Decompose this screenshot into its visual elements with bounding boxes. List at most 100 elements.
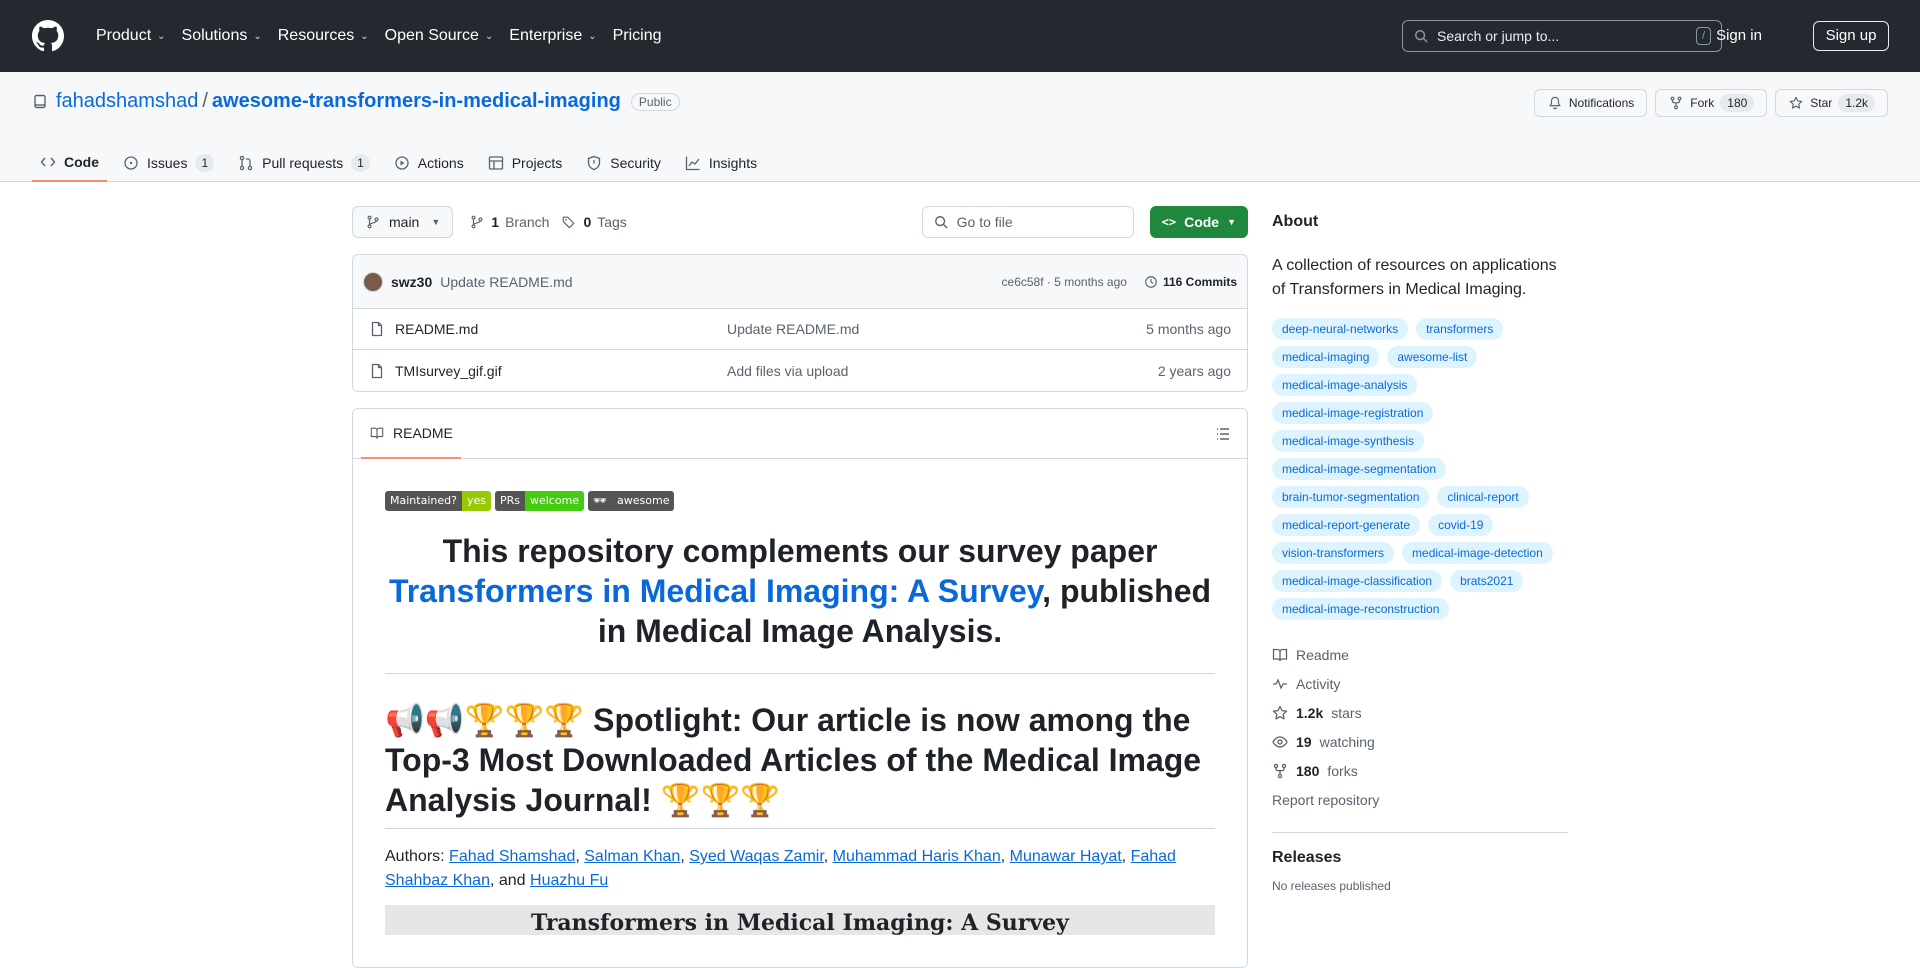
go-to-file-input[interactable]: Go to file: [921, 206, 1134, 238]
author-link[interactable]: Fahad Shamshad: [449, 848, 575, 865]
readme-badge[interactable]: PRs welcome: [494, 491, 585, 511]
notifications-button[interactable]: Notifications: [1533, 89, 1648, 117]
file-row: README.md Update README.md 5 months ago: [353, 309, 1247, 350]
repo-tabs: Code Issues 1 Pull requests 1 Actions Projects…: [32, 144, 773, 182]
topic-tag[interactable]: covid-19: [1428, 514, 1494, 536]
nav-item-pricing[interactable]: Pricing: [605, 16, 670, 56]
list-icon[interactable]: [1215, 426, 1231, 442]
caret-down-icon: ▼: [431, 217, 441, 227]
nav-item-label: Open Source: [384, 27, 479, 44]
nav-item-enterprise[interactable]: Enterprise ⌄: [501, 16, 604, 56]
sign-in-link[interactable]: Sign in: [1694, 22, 1784, 50]
fork-button[interactable]: Fork 180: [1655, 89, 1768, 117]
topic-tag[interactable]: transformers: [1416, 318, 1504, 340]
survey-paper-link[interactable]: Transformers in Medical Imaging: A Surve…: [389, 573, 1042, 609]
commit-sha-time[interactable]: ce6c58f · 5 months ago: [1002, 275, 1127, 289]
topic-tag[interactable]: medical-image-detection: [1402, 542, 1553, 564]
author-link[interactable]: Salman Khan: [584, 848, 680, 865]
spotlight-heading: 📢📢🏆🏆🏆 Spotlight: Our article is now amon…: [385, 700, 1215, 829]
about-link-count: 180: [1296, 762, 1320, 779]
tab-count: 1: [351, 154, 370, 172]
tab-issues[interactable]: Issues 1: [115, 144, 222, 182]
nav-item-resources[interactable]: Resources ⌄: [270, 16, 377, 56]
file-name-link[interactable]: README.md: [395, 321, 727, 337]
search-input[interactable]: Search or jump to... /: [1402, 20, 1722, 52]
badge-label: 🕶: [588, 491, 613, 511]
topic-tag[interactable]: medical-image-registration: [1272, 402, 1434, 424]
tab-security[interactable]: Security: [578, 144, 669, 182]
commits-count: 116 Commits: [1162, 274, 1237, 289]
about-link-label: stars: [1331, 704, 1362, 721]
search-icon: [933, 214, 949, 230]
nav-item-open-source[interactable]: Open Source ⌄: [377, 16, 502, 56]
about-link-forks[interactable]: 180 forks: [1272, 756, 1568, 785]
file-name-link[interactable]: TMIsurvey_gif.gif: [395, 363, 727, 379]
eye-icon: [1272, 734, 1288, 750]
topic-tag[interactable]: clinical-report: [1437, 486, 1529, 508]
topic-tag[interactable]: brats2021: [1450, 570, 1524, 592]
avatar[interactable]: [363, 271, 383, 292]
readme-badge[interactable]: 🕶 awesome: [588, 491, 675, 511]
author-link[interactable]: Munawar Hayat: [1010, 848, 1122, 865]
nav-item-product[interactable]: Product ⌄: [88, 16, 174, 56]
issue-icon: [123, 155, 139, 171]
nav-item-label: Enterprise: [509, 27, 583, 44]
tab-insights[interactable]: Insights: [677, 144, 765, 182]
nav-item-solutions[interactable]: Solutions ⌄: [174, 16, 270, 56]
tab-code[interactable]: Code: [32, 144, 107, 182]
repo-owner-link[interactable]: fahadshamshad: [56, 90, 198, 113]
badge-value: yes: [461, 491, 491, 511]
about-link-stars[interactable]: 1.2k stars: [1272, 698, 1568, 727]
search-placeholder: Search or jump to...: [1437, 28, 1560, 44]
star-button[interactable]: Star 1.2k: [1775, 89, 1888, 117]
tags-link[interactable]: 0 Tags: [561, 214, 627, 230]
code-button-label: Code: [1184, 214, 1220, 230]
authors-line: Authors: Fahad Shamshad, Salman Khan, Sy…: [385, 848, 1176, 889]
commits-link[interactable]: 116 Commits: [1143, 274, 1237, 290]
topic-tag[interactable]: brain-tumor-segmentation: [1272, 486, 1430, 508]
repo-name-link[interactable]: awesome-transformers-in-medical-imaging: [212, 90, 621, 113]
branch-count: 1: [491, 214, 500, 230]
tab-actions[interactable]: Actions: [386, 144, 472, 182]
topic-tag[interactable]: awesome-list: [1387, 346, 1478, 368]
topic-tag[interactable]: medical-image-classification: [1272, 570, 1443, 592]
commit-message-link[interactable]: Update README.md: [440, 274, 572, 290]
file-commit-message-link[interactable]: Add files via upload: [727, 363, 848, 379]
nav-item-label: Pricing: [612, 27, 662, 44]
topic-tag[interactable]: medical-image-reconstruction: [1272, 598, 1450, 620]
code-icon: [40, 154, 56, 170]
tab-label: Projects: [511, 155, 563, 171]
heading-text-before: This repository complements our survey p…: [442, 533, 1158, 569]
file-commit-message-link[interactable]: Update README.md: [727, 321, 859, 337]
releases-title[interactable]: Releases: [1272, 849, 1568, 867]
sign-up-button[interactable]: Sign up: [1813, 21, 1889, 51]
topic-tag[interactable]: deep-neural-networks: [1272, 318, 1409, 340]
branch-selector[interactable]: main ▼: [352, 206, 454, 238]
repo-actions: Notifications Fork 180 Star 1.2k: [1533, 89, 1888, 117]
repo-path-separator: /: [202, 90, 208, 112]
topic-tag[interactable]: medical-imaging: [1272, 346, 1380, 368]
topic-tag[interactable]: vision-transformers: [1272, 542, 1395, 564]
code-button[interactable]: <> Code ▼: [1149, 206, 1248, 238]
about-link-activity[interactable]: Activity: [1272, 669, 1568, 698]
about-link-watching[interactable]: 19 watching: [1272, 727, 1568, 756]
author-link[interactable]: Muhammad Haris Khan: [833, 848, 1001, 865]
tab-pull-requests[interactable]: Pull requests 1: [230, 144, 378, 182]
branches-link[interactable]: 1 Branch: [469, 214, 549, 230]
topic-tag[interactable]: medical-image-synthesis: [1272, 430, 1425, 452]
topic-tag[interactable]: medical-image-analysis: [1272, 374, 1418, 396]
tab-count: 1: [195, 154, 215, 172]
readme-badges: Maintained? yes PRs welcome 🕶 awesome: [385, 491, 1215, 511]
readme-tab[interactable]: README: [361, 409, 461, 459]
author-link[interactable]: Syed Waqas Zamir: [689, 848, 824, 865]
readme-badge[interactable]: Maintained? yes: [385, 491, 491, 511]
commit-author-link[interactable]: swz30: [391, 274, 432, 290]
tab-projects[interactable]: Projects: [480, 144, 571, 182]
topic-tag[interactable]: medical-report-generate: [1272, 514, 1421, 536]
about-link-readme[interactable]: Readme: [1272, 640, 1568, 669]
author-link[interactable]: Huazhu Fu: [530, 872, 608, 889]
bell-icon: [1547, 95, 1563, 111]
github-logo-icon[interactable]: [32, 20, 64, 52]
topic-tag[interactable]: medical-image-segmentation: [1272, 458, 1447, 480]
report-repository-link[interactable]: Report repository: [1272, 785, 1568, 814]
